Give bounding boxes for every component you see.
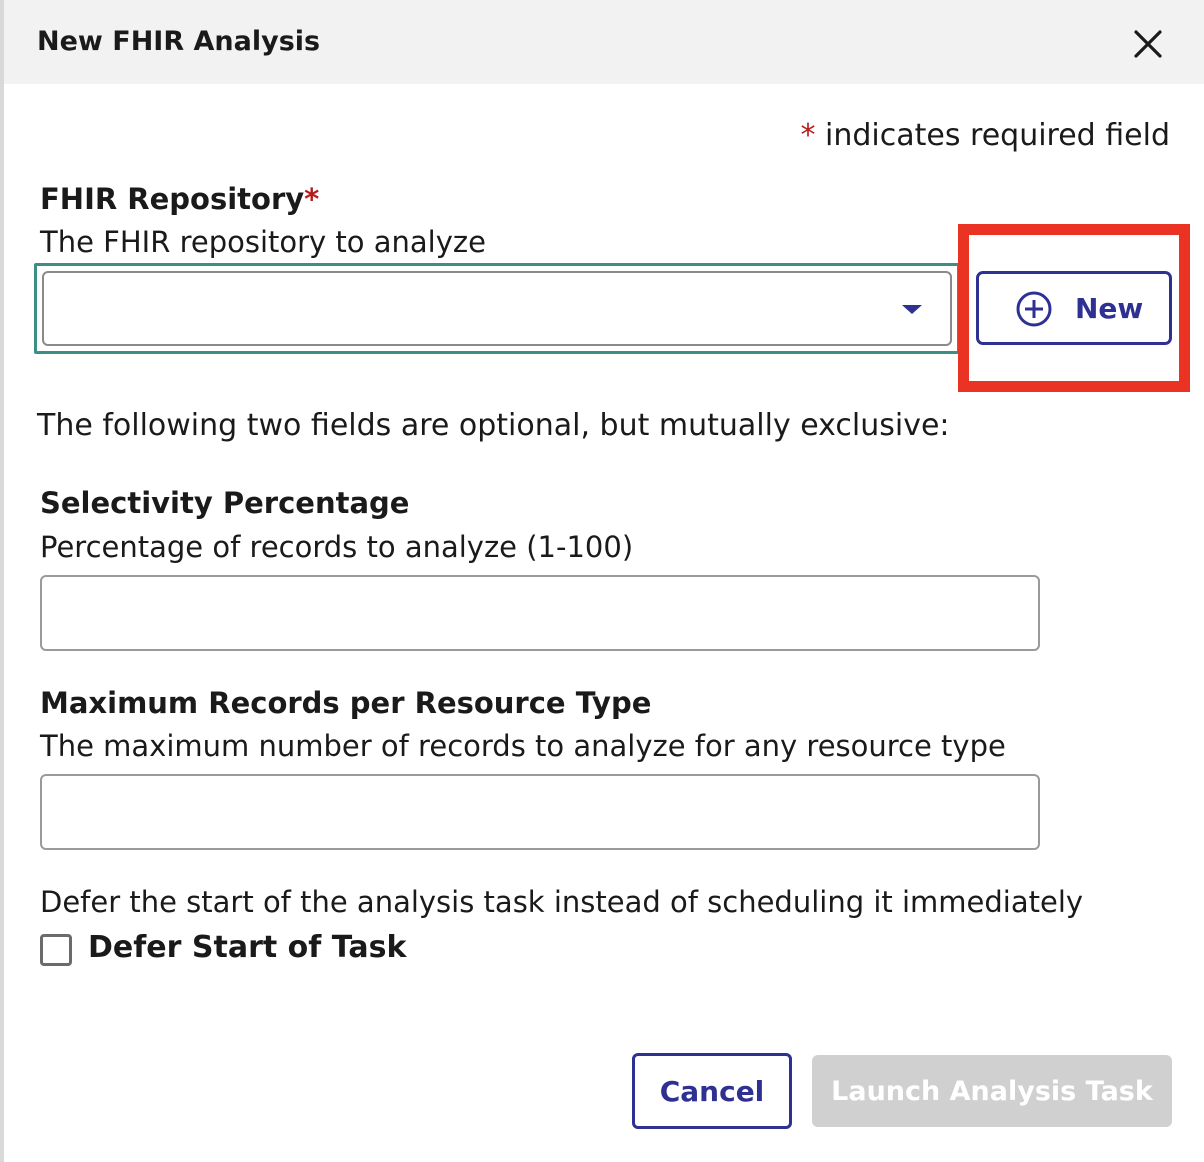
max-records-label: Maximum Records per Resource Type [40, 686, 652, 720]
close-icon [1134, 30, 1162, 58]
selectivity-label: Selectivity Percentage [40, 486, 410, 520]
repository-required-star: * [304, 182, 320, 216]
launch-analysis-task-button[interactable]: Launch Analysis Task [812, 1055, 1172, 1127]
defer-start-label[interactable]: Defer Start of Task [88, 930, 406, 965]
defer-help-text: Defer the start of the analysis task ins… [40, 885, 1084, 919]
selectivity-percentage-input[interactable] [40, 575, 1040, 651]
new-repository-button[interactable]: New [976, 271, 1172, 345]
close-button[interactable] [1128, 24, 1168, 64]
defer-start-checkbox[interactable] [40, 934, 72, 966]
chevron-down-icon [902, 305, 922, 314]
mutually-exclusive-intro: The following two fields are optional, b… [37, 408, 950, 443]
repository-help-text: The FHIR repository to analyze [40, 225, 486, 259]
max-records-help-text: The maximum number of records to analyze… [40, 729, 1006, 763]
max-records-input[interactable] [40, 774, 1040, 850]
selectivity-help-text: Percentage of records to analyze (1-100) [40, 530, 634, 564]
required-note-text: indicates required field [825, 118, 1170, 153]
dialog-title: New FHIR Analysis [37, 26, 321, 57]
repository-select[interactable] [42, 271, 952, 346]
new-button-label: New [1075, 292, 1144, 325]
required-star: * [800, 118, 816, 153]
dialog-header: New FHIR Analysis [4, 0, 1204, 84]
new-fhir-analysis-dialog: New FHIR Analysis * indicates required f… [4, 0, 1204, 1162]
plus-circle-icon [1016, 291, 1052, 327]
repository-label: FHIR Repository* [40, 182, 319, 216]
required-field-note: * indicates required field [800, 118, 1170, 153]
cancel-button[interactable]: Cancel [632, 1053, 792, 1129]
repository-label-text: FHIR Repository [40, 182, 305, 216]
